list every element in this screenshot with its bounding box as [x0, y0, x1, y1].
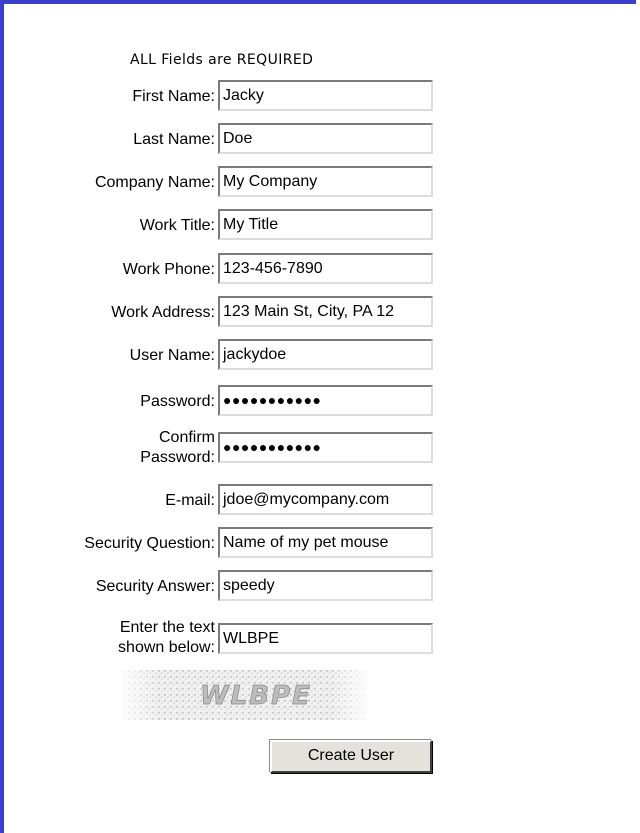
security-question-label: Security Question:	[84, 535, 215, 552]
company-name-field[interactable]: My Company	[218, 166, 433, 197]
last-name-label: Last Name:	[133, 131, 215, 148]
work-phone-field[interactable]: 123-456-7890	[218, 253, 433, 284]
work-title-field[interactable]: My Title	[218, 209, 433, 240]
required-note: ALL Fields are REQUIRED	[130, 52, 314, 68]
password-label: Password:	[140, 393, 215, 410]
captcha-entry-field[interactable]: WLBPE	[218, 623, 433, 654]
captcha-text: WLBPE	[200, 681, 312, 711]
last-name-field[interactable]: Doe	[218, 123, 433, 154]
password-field[interactable]: ●●●●●●●●●●●	[218, 385, 433, 416]
create-user-button[interactable]: Create User	[270, 740, 432, 773]
security-question-field[interactable]: Name of my pet mouse	[218, 527, 433, 558]
confirm-password-label-line2: Password:	[140, 449, 215, 466]
company-name-label: Company Name:	[94, 174, 215, 191]
first-name-field[interactable]: Jacky	[218, 80, 433, 111]
captcha-entry-label-line2: shown below:	[118, 639, 215, 656]
user-name-field[interactable]: jackydoe	[218, 339, 433, 370]
email-field[interactable]: jdoe@mycompany.com	[218, 484, 433, 515]
work-title-label: Work Title:	[139, 217, 215, 234]
captcha-entry-label-line1: Enter the text	[119, 619, 215, 636]
user-name-label: User Name:	[129, 347, 215, 364]
confirm-password-field[interactable]: ●●●●●●●●●●●	[218, 432, 433, 463]
work-address-field[interactable]: 123 Main St, City, PA 12	[218, 296, 433, 327]
captcha-entry-label: Enter the text shown below:	[118, 618, 215, 658]
confirm-password-label-line1: Confirm	[158, 429, 215, 446]
work-phone-label: Work Phone:	[122, 261, 215, 278]
first-name-label: First Name:	[132, 88, 215, 105]
security-answer-label: Security Answer:	[95, 578, 215, 595]
captcha-image: WLBPE	[122, 670, 367, 720]
security-answer-field[interactable]: speedy	[218, 570, 433, 601]
work-address-label: Work Address:	[111, 304, 215, 321]
confirm-password-label: Confirm Password:	[140, 428, 215, 468]
email-label: E-mail:	[165, 492, 215, 509]
